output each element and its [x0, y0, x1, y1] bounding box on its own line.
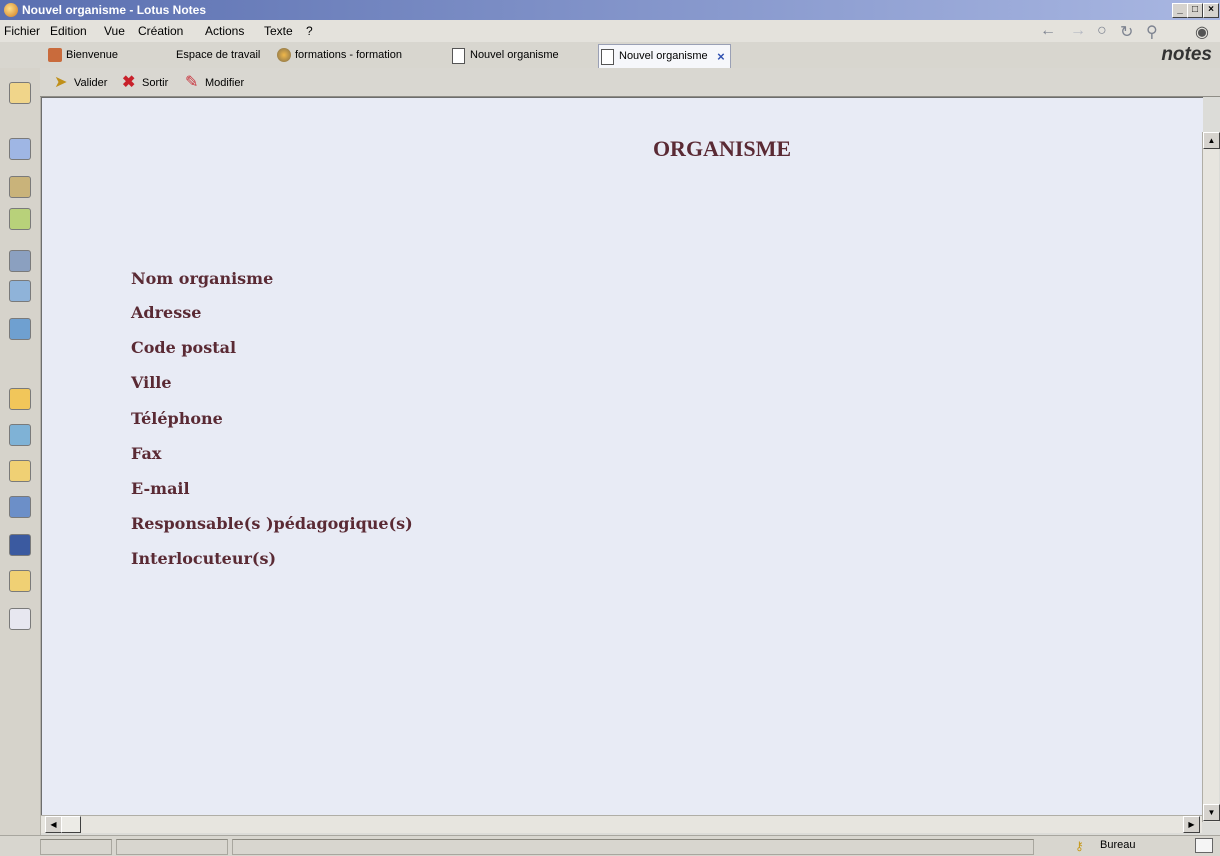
input-responsables-pedagogiques[interactable] — [547, 513, 565, 529]
tab-espace-de-travail[interactable]: Espace de travail — [156, 45, 260, 65]
history-icon[interactable] — [9, 496, 31, 518]
status-cell[interactable] — [116, 839, 228, 855]
label-ville: Ville — [131, 373, 172, 392]
title-bar: Nouvel organisme - Lotus Notes _ □ × — [0, 0, 1220, 20]
input-fax[interactable] — [547, 443, 565, 459]
tab-label: Nouvel organisme — [619, 50, 708, 62]
input-adresse[interactable] — [547, 303, 565, 319]
key-icon[interactable]: ⚷ — [1075, 839, 1084, 853]
input-code-postal[interactable] — [547, 338, 565, 354]
databases-icon[interactable] — [9, 424, 31, 446]
label-telephone: Téléphone — [131, 409, 223, 428]
lotus-notes-app-icon — [4, 3, 18, 17]
location-selector[interactable]: Bureau — [1100, 839, 1135, 851]
restore-button[interactable]: □ — [1187, 3, 1203, 18]
action-label: Modifier — [205, 77, 245, 89]
close-tab-icon[interactable]: × — [717, 45, 725, 68]
input-ville[interactable] — [547, 371, 565, 387]
label-nom-organisme: Nom organisme — [131, 269, 274, 288]
menu-bar: Fichier Edition Vue Création Actions Tex… — [0, 20, 1220, 42]
scroll-up-icon[interactable]: ▲ — [1203, 132, 1220, 149]
notes-logo: notes — [1161, 44, 1212, 65]
input-nom-organisme[interactable] — [547, 265, 565, 281]
menu-texte[interactable]: Texte — [264, 24, 293, 38]
globe-icon[interactable]: ◉ — [1195, 22, 1209, 42]
label-responsables-pedagogiques: Responsable(s )pédagogique(s) — [131, 514, 413, 533]
vertical-scrollbar[interactable]: ▲ ▼ — [1202, 132, 1220, 822]
calendar-icon[interactable] — [9, 138, 31, 160]
database-icon — [277, 48, 291, 62]
menu-actions[interactable]: Actions — [205, 24, 244, 38]
validate-icon: ➤ — [54, 74, 68, 91]
scroll-thumb[interactable] — [61, 816, 81, 833]
menu-help[interactable]: ? — [306, 24, 313, 38]
replicator-icon[interactable] — [9, 250, 31, 272]
address-book-icon[interactable] — [9, 176, 31, 198]
bookmark-bar — [0, 68, 41, 835]
folder-icon[interactable] — [9, 570, 31, 592]
menu-edition[interactable]: Edition — [50, 24, 87, 38]
edit-icon: ✎ — [185, 74, 199, 91]
status-bar: ⚷ Bureau — [0, 835, 1220, 856]
exit-button[interactable]: ✖ Sortir — [122, 74, 168, 92]
minimize-button[interactable]: _ — [1172, 3, 1188, 18]
tab-bar: Bienvenue Espace de travail formations -… — [0, 42, 1220, 69]
horizontal-scrollbar[interactable]: ◀ ▶ — [41, 815, 1202, 833]
status-cell[interactable] — [40, 839, 112, 855]
label-interlocuteurs: Interlocuteur(s) — [131, 549, 277, 568]
label-code-postal: Code postal — [131, 338, 237, 357]
label-adresse: Adresse — [131, 303, 202, 322]
tab-formations[interactable]: formations - formation — [275, 45, 402, 65]
inbox-icon[interactable] — [1195, 838, 1213, 853]
notes-n-icon[interactable] — [9, 534, 31, 556]
forward-icon[interactable]: → — [1070, 22, 1086, 40]
tab-bienvenue[interactable]: Bienvenue — [46, 45, 118, 65]
tab-nouvel-organisme-1[interactable]: Nouvel organisme — [450, 45, 559, 65]
web-icon[interactable] — [9, 318, 31, 340]
todo-icon[interactable] — [9, 208, 31, 230]
form-title: ORGANISME — [652, 136, 792, 161]
edit-button[interactable]: ✎ Modifier — [185, 74, 244, 92]
input-telephone[interactable] — [547, 409, 565, 425]
mail-icon[interactable] — [9, 82, 31, 104]
browser-icon[interactable] — [9, 280, 31, 302]
label-fax: Fax — [131, 444, 162, 463]
document-form: ORGANISME Nom organisme Adresse Code pos… — [41, 97, 1203, 816]
tab-label: Bienvenue — [66, 49, 118, 61]
scroll-down-icon[interactable]: ▼ — [1203, 804, 1220, 821]
input-interlocuteurs[interactable] — [547, 548, 565, 564]
close-window-button[interactable]: × — [1203, 3, 1219, 18]
search-icon[interactable]: ⚲ — [1146, 22, 1158, 42]
folder-icon[interactable] — [9, 460, 31, 482]
tab-label: Nouvel organisme — [470, 49, 559, 61]
tab-nouvel-organisme-active[interactable]: Nouvel organisme × — [598, 44, 731, 68]
validate-button[interactable]: ➤ Valider — [54, 74, 107, 92]
scroll-right-icon[interactable]: ▶ — [1183, 816, 1200, 833]
document-icon — [601, 49, 614, 65]
action-bar: ➤ Valider ✖ Sortir ✎ Modifier — [40, 68, 1220, 97]
exit-icon: ✖ — [122, 74, 136, 91]
label-email: E-mail — [131, 479, 190, 498]
action-label: Sortir — [142, 77, 169, 89]
stop-icon[interactable]: ○ — [1097, 22, 1107, 40]
document-icon — [452, 48, 465, 64]
scroll-left-icon[interactable]: ◀ — [45, 816, 62, 833]
menu-creation[interactable]: Création — [138, 24, 183, 38]
back-icon[interactable]: ← — [1040, 22, 1056, 40]
menu-fichier[interactable]: Fichier — [4, 24, 40, 38]
window-title: Nouvel organisme - Lotus Notes — [22, 3, 207, 17]
status-message-area — [232, 839, 1034, 855]
refresh-icon[interactable]: ↻ — [1120, 22, 1133, 42]
tab-label: Espace de travail — [176, 49, 261, 61]
workspace-icon[interactable] — [9, 608, 31, 630]
favorites-icon[interactable] — [9, 388, 31, 410]
action-label: Valider — [74, 77, 108, 89]
input-email[interactable] — [547, 479, 565, 495]
home-icon — [48, 48, 62, 62]
menu-vue[interactable]: Vue — [104, 24, 125, 38]
tab-label: formations - formation — [295, 49, 402, 61]
